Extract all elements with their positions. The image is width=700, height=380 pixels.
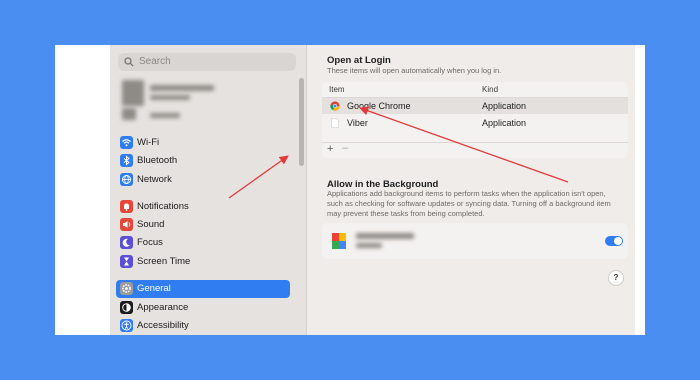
speaker-icon [120, 218, 133, 231]
help-button[interactable]: ? [608, 270, 624, 286]
background-item-count-blurred [356, 243, 382, 248]
sidebar-scrollbar[interactable] [299, 78, 304, 166]
open-at-login-heading: Open at Login [327, 55, 391, 66]
sidebar-item-accessibility[interactable]: Accessibility [116, 317, 290, 335]
login-items-table: Item Kind Google Chrome Application Vibe… [322, 82, 628, 158]
sidebar-item-screen-time[interactable]: Screen Time [116, 253, 290, 271]
sidebar-item-label: Bluetooth [137, 155, 178, 166]
sidebar-item-label: Focus [137, 237, 163, 248]
login-item-kind: Application [482, 118, 527, 128]
sidebar-item-wifi[interactable]: Wi-Fi [116, 134, 290, 152]
chrome-icon [330, 101, 340, 111]
remove-login-item-button[interactable]: – [342, 142, 348, 154]
login-item-name: Viber [347, 118, 368, 128]
table-header: Item Kind [322, 82, 628, 98]
wifi-icon [120, 136, 133, 149]
appearance-icon [120, 301, 133, 314]
search-placeholder: Search [139, 56, 171, 67]
sidebar-item-appearance[interactable]: Appearance [116, 299, 290, 317]
sidebar-item-label: Sound [137, 219, 165, 230]
sidebar-item-label: Network [137, 174, 172, 185]
sidebar-item-label: Appearance [137, 302, 189, 313]
column-header-item[interactable]: Item [329, 85, 345, 94]
table-row[interactable]: Google Chrome Application [322, 98, 628, 114]
sidebar-item-label: Screen Time [137, 256, 191, 267]
background-item-row [322, 223, 628, 259]
bluetooth-icon [120, 154, 133, 167]
login-item-name: Google Chrome [347, 101, 411, 111]
background-item-toggle[interactable] [605, 236, 623, 246]
moon-icon [120, 236, 133, 249]
system-settings-window: Search Wi-Fi Bluetooth Network Notificat… [110, 45, 635, 335]
sidebar-item-label: Wi-Fi [137, 137, 160, 148]
sidebar-item-focus[interactable]: Focus [116, 234, 290, 252]
column-header-kind[interactable]: Kind [482, 85, 498, 94]
sidebar-item-label: General [137, 283, 171, 294]
general-login-items-pane: Open at Login These items will open auto… [316, 45, 634, 335]
sidebar-item-general[interactable]: General [116, 280, 290, 298]
hourglass-icon [120, 255, 133, 268]
search-icon [124, 57, 134, 67]
search-field[interactable]: Search [118, 53, 296, 71]
open-at-login-subtitle: These items will open automatically when… [327, 66, 502, 75]
account-name-blurred [150, 85, 214, 91]
notifications-bell-icon [120, 200, 133, 213]
sidebar-item-sound[interactable]: Sound [116, 216, 290, 234]
family-blurred[interactable] [150, 113, 180, 118]
login-item-kind: Application [482, 101, 527, 111]
sidebar: Search Wi-Fi Bluetooth Network Notificat… [110, 45, 307, 335]
file-icon [331, 118, 339, 128]
sidebar-item-notifications[interactable]: Notifications [116, 198, 290, 216]
account-subtitle-blurred [150, 95, 190, 100]
table-row[interactable]: Viber Application [322, 115, 628, 131]
allow-in-background-description: Applications add background items to per… [327, 189, 611, 218]
sidebar-item-label: Notifications [137, 201, 189, 212]
sidebar-item-network[interactable]: Network [116, 171, 290, 189]
network-globe-icon [120, 173, 133, 186]
sidebar-item-bluetooth[interactable]: Bluetooth [116, 152, 290, 170]
add-login-item-button[interactable]: + [327, 143, 333, 155]
background-app-icon [332, 233, 346, 249]
sidebar-item-label: Accessibility [137, 320, 189, 331]
gear-icon [120, 282, 133, 295]
accessibility-icon [120, 319, 133, 332]
background-item-name-blurred [356, 233, 414, 239]
table-toolbar: + – [322, 142, 628, 158]
screenshot-frame: Search Wi-Fi Bluetooth Network Notificat… [55, 45, 645, 335]
